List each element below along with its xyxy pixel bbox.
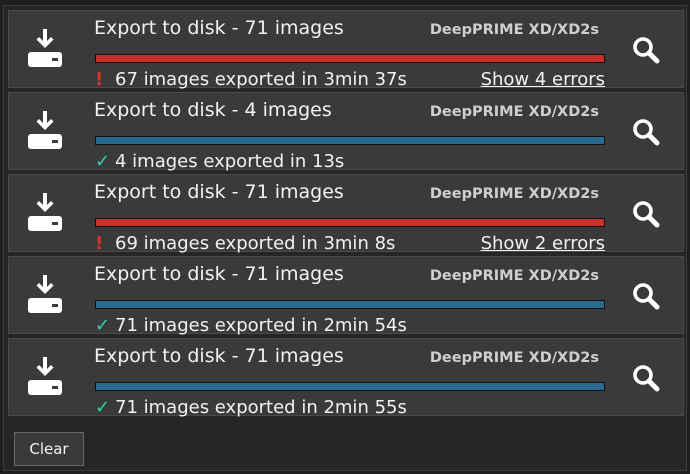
job-preset: DeepPRIME XD/XD2s: [429, 22, 599, 38]
job-title: Export to disk - 71 images: [94, 263, 344, 285]
job-status-text: 69 images exported in 3min 8s: [115, 233, 396, 254]
job-status: ✓ 71 images exported in 2min 55s: [95, 397, 407, 418]
export-to-disk-icon: [28, 111, 62, 149]
exclamation-icon: !: [95, 69, 104, 90]
checkmark-icon: ✓: [95, 397, 111, 418]
job-status-text: 4 images exported in 13s: [115, 151, 345, 172]
show-errors-link[interactable]: Show 4 errors: [481, 69, 605, 90]
magnifier-icon[interactable]: [631, 363, 661, 393]
job-preset: DeepPRIME XD/XD2s: [429, 350, 599, 366]
job-status: ! 69 images exported in 3min 8s: [95, 233, 395, 254]
job-title: Export to disk - 71 images: [94, 181, 344, 203]
progress-bar: [95, 218, 605, 227]
job-title: Export to disk - 71 images: [94, 345, 344, 367]
export-to-disk-icon: [28, 29, 62, 67]
progress-bar: [95, 54, 605, 63]
checkmark-icon: ✓: [95, 315, 111, 336]
progress-bar: [95, 136, 605, 145]
magnifier-icon[interactable]: [631, 117, 661, 147]
job-preset: DeepPRIME XD/XD2s: [429, 268, 599, 284]
export-queue-panel: Export to disk - 71 images DeepPRIME XD/…: [3, 5, 687, 471]
job-preset: DeepPRIME XD/XD2s: [429, 186, 599, 202]
magnifier-icon[interactable]: [631, 281, 661, 311]
job-status: ! 67 images exported in 3min 37s: [95, 69, 407, 90]
export-to-disk-icon: [28, 193, 62, 231]
show-errors-link[interactable]: Show 2 errors: [481, 233, 605, 254]
job-status: ✓ 71 images exported in 2min 54s: [95, 315, 407, 336]
export-job-3: Export to disk - 71 images DeepPRIME XD/…: [8, 174, 684, 254]
checkmark-icon: ✓: [95, 151, 111, 172]
progress-bar: [95, 382, 605, 391]
export-job-2: Export to disk - 4 images DeepPRIME XD/X…: [8, 92, 684, 172]
export-job-5: Export to disk - 71 images DeepPRIME XD/…: [8, 338, 684, 418]
job-status-text: 71 images exported in 2min 54s: [115, 315, 407, 336]
export-job-1: Export to disk - 71 images DeepPRIME XD/…: [8, 10, 684, 90]
exclamation-icon: !: [95, 233, 104, 254]
progress-bar: [95, 300, 605, 309]
job-status: ✓ 4 images exported in 13s: [95, 151, 344, 172]
job-title: Export to disk - 71 images: [94, 17, 344, 39]
clear-button[interactable]: Clear: [14, 432, 84, 466]
magnifier-icon[interactable]: [631, 199, 661, 229]
export-to-disk-icon: [28, 275, 62, 313]
job-status-text: 71 images exported in 2min 55s: [115, 397, 407, 418]
job-status-text: 67 images exported in 3min 37s: [115, 69, 407, 90]
export-job-4: Export to disk - 71 images DeepPRIME XD/…: [8, 256, 684, 336]
job-preset: DeepPRIME XD/XD2s: [429, 104, 599, 120]
job-title: Export to disk - 4 images: [94, 99, 332, 121]
export-to-disk-icon: [28, 357, 62, 395]
magnifier-icon[interactable]: [631, 35, 661, 65]
